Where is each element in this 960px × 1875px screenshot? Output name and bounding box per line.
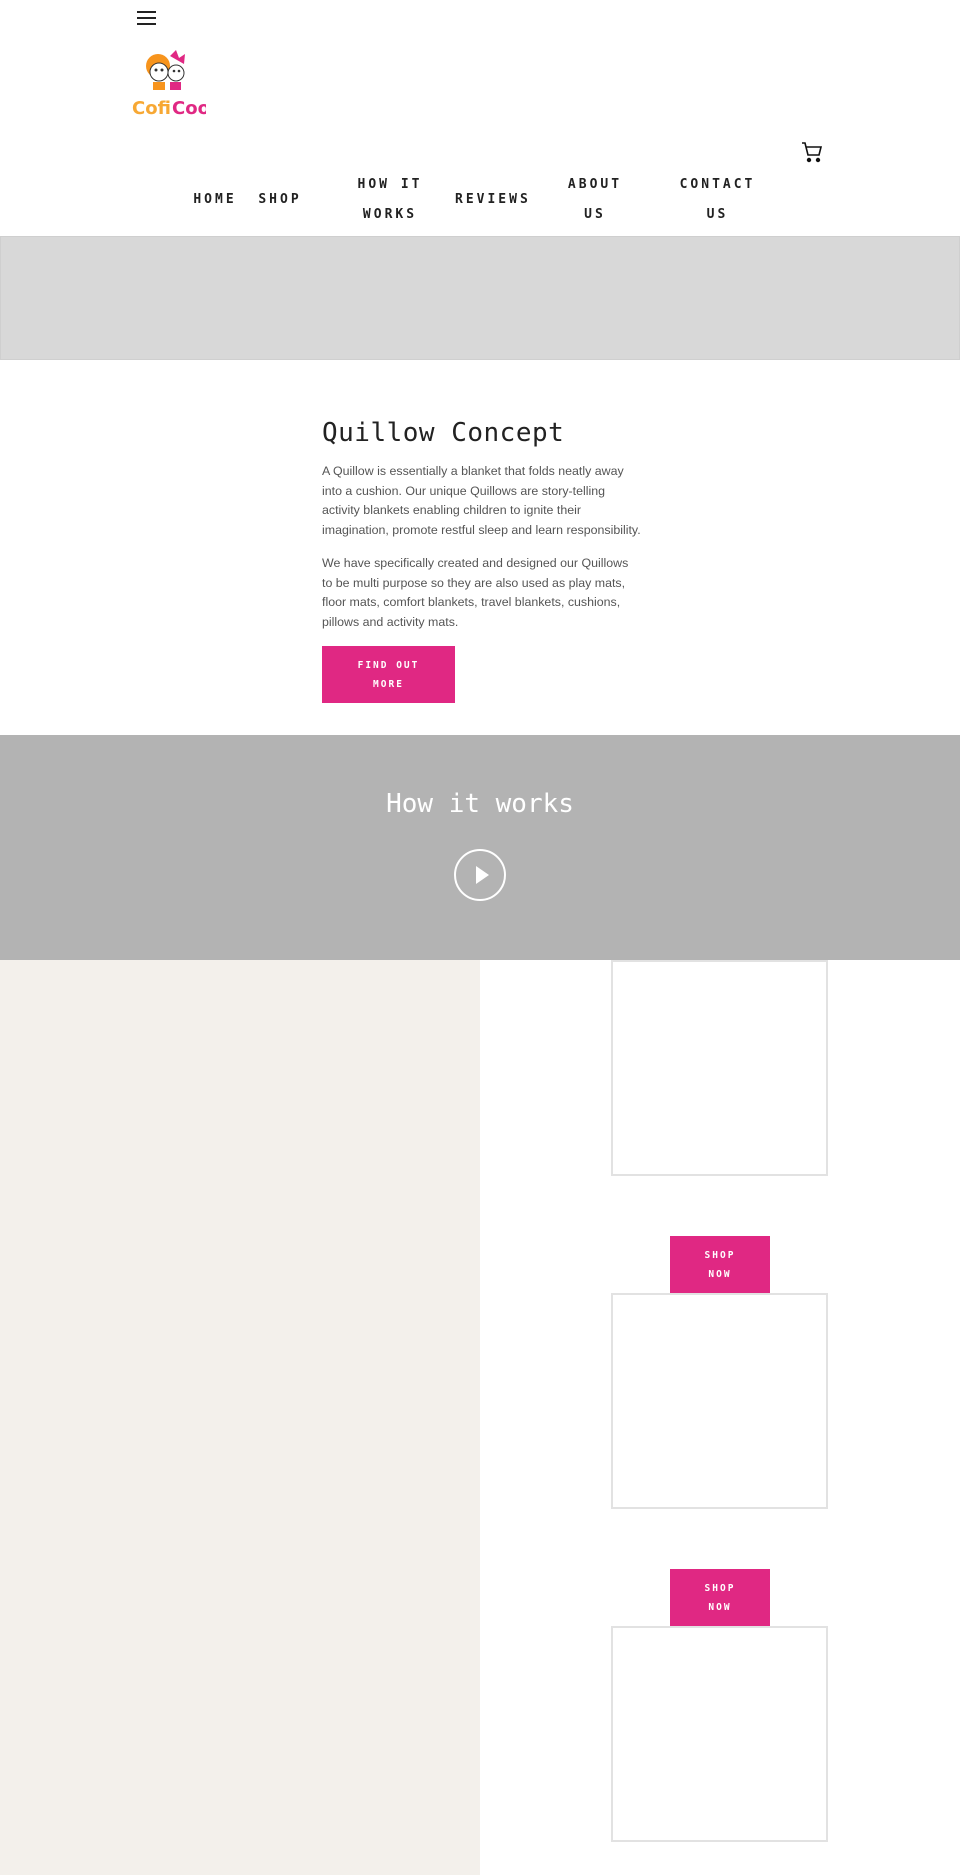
concept-paragraph-1: A Quillow is essentially a blanket that … — [322, 464, 641, 537]
svg-text:Cofi: Cofi — [132, 98, 171, 119]
concept-title: Quillow Concept — [322, 418, 565, 448]
concept-paragraph-2: We have specifically created and designe… — [322, 556, 629, 629]
nav-item-how-it-works[interactable]: HOW IT WORKS — [345, 170, 435, 230]
shopping-cart-icon[interactable] — [800, 140, 824, 164]
logo-illustration-icon: Cofi Coo — [132, 50, 210, 119]
nav-item-home[interactable]: HOME — [190, 185, 240, 215]
shop-now-label: SHOP NOW — [704, 1249, 736, 1280]
svg-text:Coo: Coo — [172, 98, 206, 119]
hero-banner-image — [0, 236, 960, 360]
nav-item-shop[interactable]: SHOP — [255, 185, 305, 215]
coficoo-logo[interactable]: Cofi Coo — [130, 46, 210, 122]
hamburger-menu-icon[interactable] — [137, 11, 156, 25]
shop-now-label: SHOP NOW — [704, 1582, 736, 1613]
nav-item-about-us[interactable]: ABOUT US — [560, 170, 630, 230]
find-out-more-button[interactable]: FIND OUT MORE — [322, 646, 455, 703]
shop-now-button-1[interactable]: SHOP NOW — [670, 1236, 770, 1293]
main-navigation: HOME SHOP HOW IT WORKS REVIEWS ABOUT US … — [0, 170, 960, 236]
find-out-more-label: FIND OUT MORE — [357, 659, 420, 690]
shop-now-button-2[interactable]: SHOP NOW — [670, 1569, 770, 1626]
product-image-3[interactable] — [611, 1626, 828, 1842]
play-icon[interactable] — [454, 849, 506, 901]
how-it-works-title: How it works — [386, 789, 574, 819]
product-image-1[interactable] — [611, 960, 828, 1176]
product-image-2[interactable] — [611, 1293, 828, 1509]
quillow-concept-section: Quillow Concept A Quillow is essentially… — [322, 418, 642, 703]
nav-item-reviews[interactable]: REVIEWS — [455, 185, 530, 215]
nav-item-contact-us[interactable]: CONTACT US — [670, 170, 765, 230]
left-decorative-panel — [0, 960, 480, 1875]
how-it-works-video-section: How it works — [0, 735, 960, 960]
